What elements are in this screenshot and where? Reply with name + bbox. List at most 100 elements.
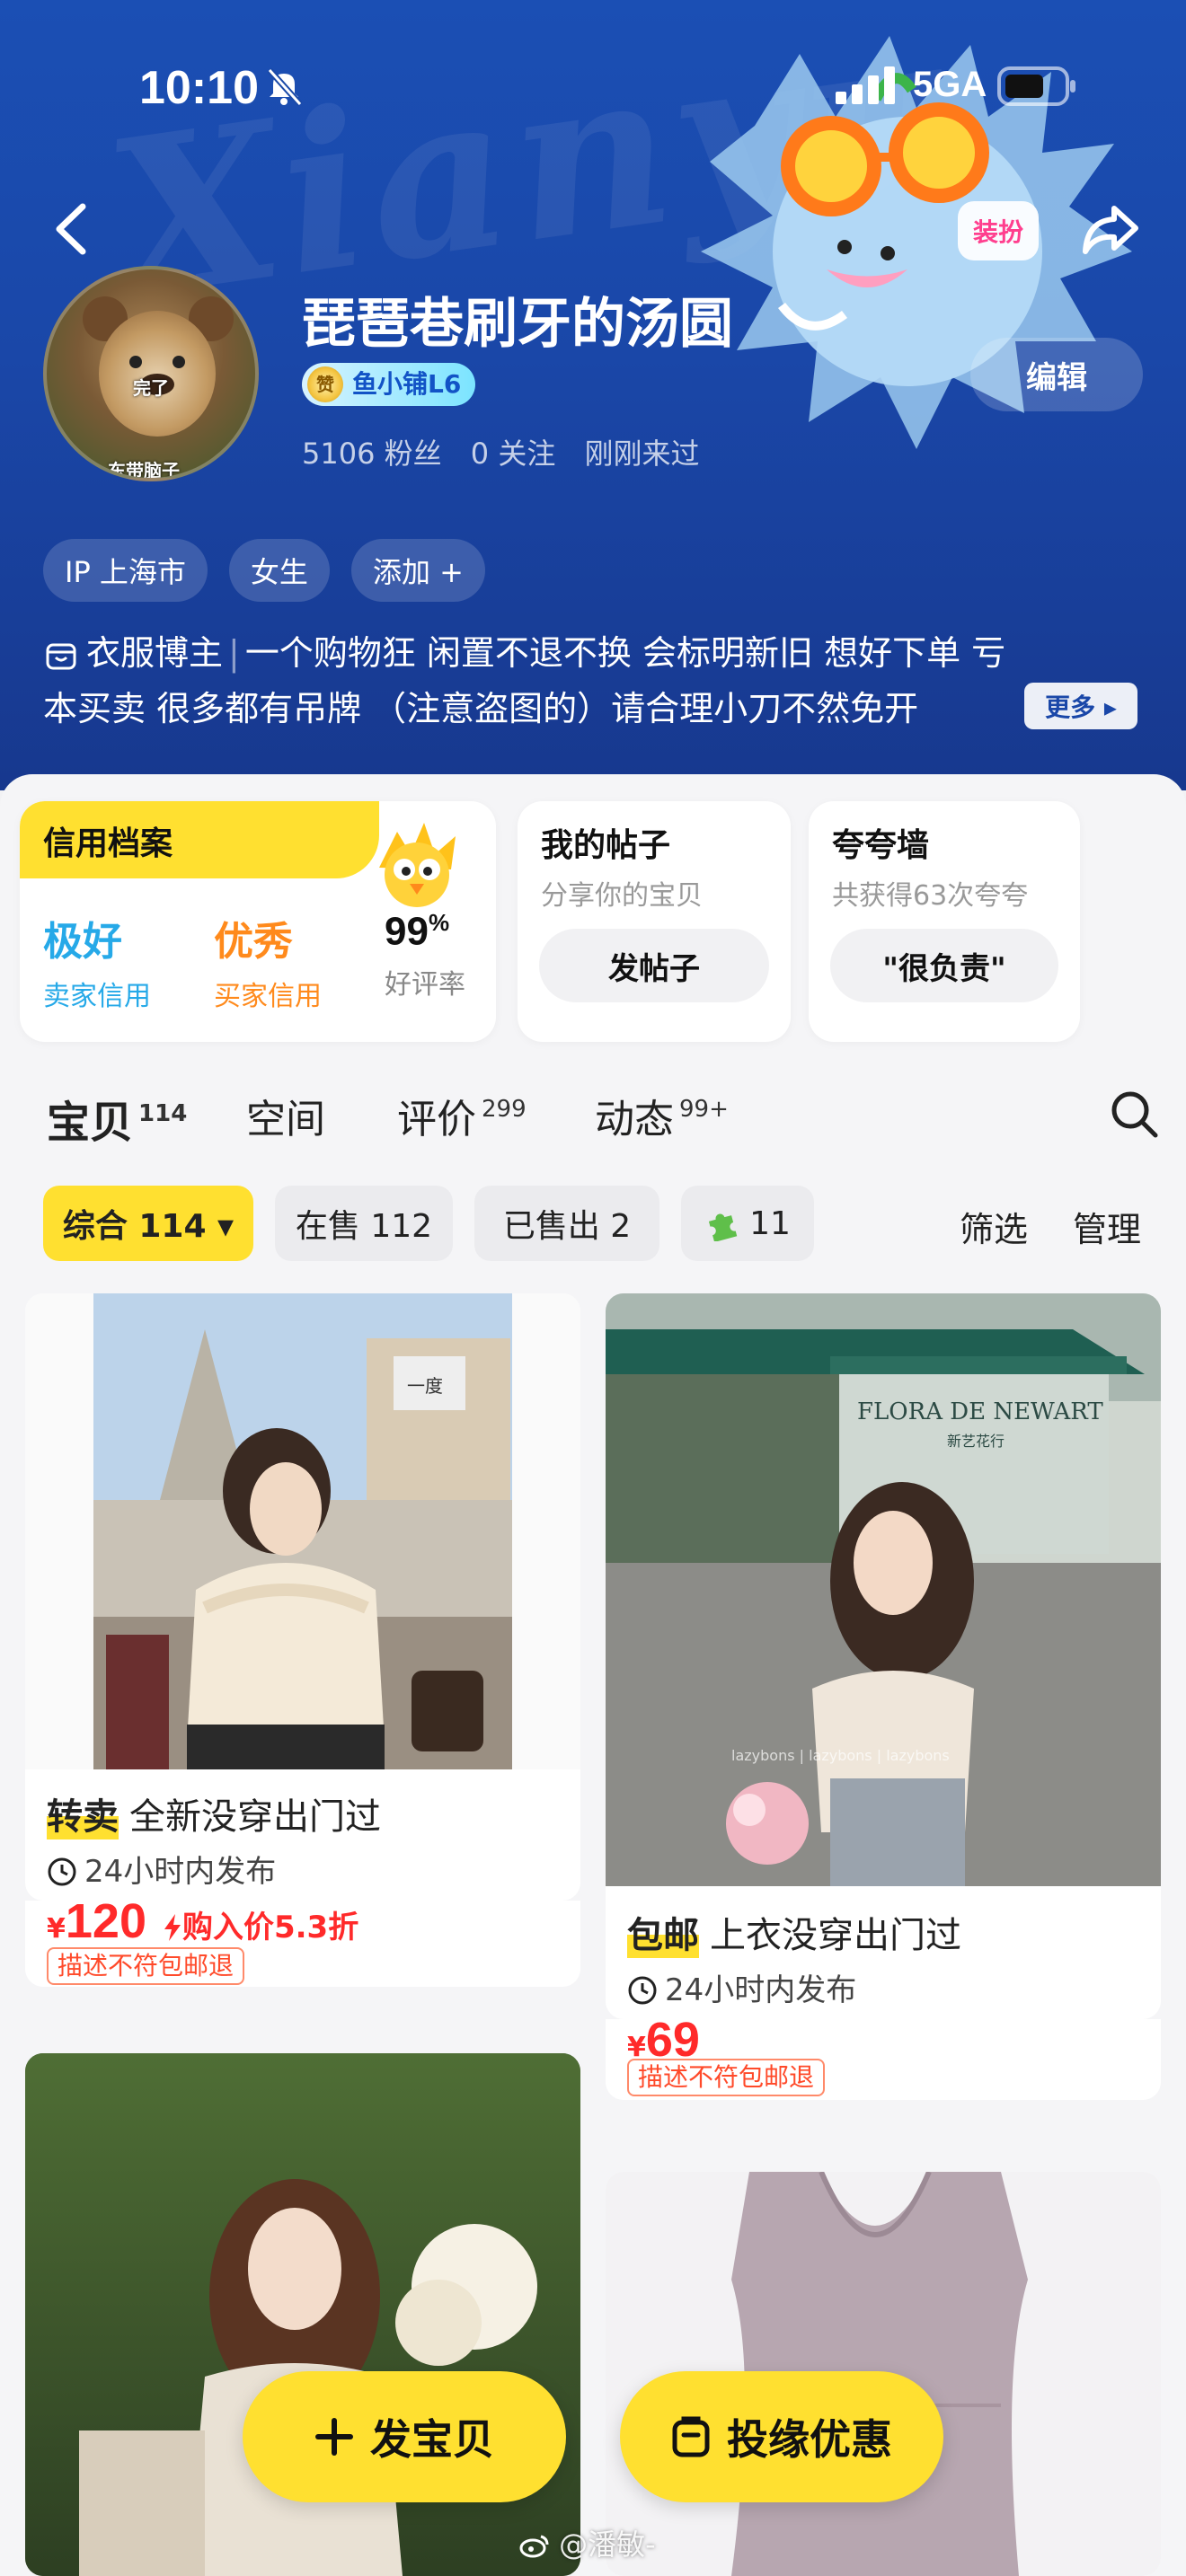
bio-role: 衣服博主 — [86, 633, 224, 673]
profile-tabs: 宝贝 114 空间 评价 299 动态 99+ — [47, 1087, 1161, 1155]
tab-activity-label: 动态 — [595, 1097, 674, 1142]
tab-items-label: 宝贝 — [47, 1098, 134, 1148]
dress-up-button[interactable]: 装扮 — [958, 201, 1039, 260]
network-type: 5GA — [913, 65, 987, 104]
product-card-footer[interactable]: ¥69 描述不符包邮退 — [606, 2019, 1161, 2100]
currency-symbol: ¥ — [47, 1913, 66, 1945]
status-time: 10:10 — [139, 62, 259, 114]
plus-icon — [315, 2418, 353, 2456]
credit-card[interactable]: 信用档案 极好 卖家信用 优秀 买家信用 99% 好评率 — [20, 801, 496, 1042]
refund-tag: 描述不符包邮退 — [627, 2059, 826, 2096]
product-time-text: 24小时内发布 — [84, 1854, 277, 1890]
price-amount: 120 — [65, 1901, 146, 1948]
tab-space-label: 空间 — [246, 1097, 325, 1142]
praise-subtitle: 共获得63次夸夸 — [832, 880, 1029, 912]
discount-text: 购入价5.3折 — [181, 1910, 359, 1945]
puzzle-count: 11 — [749, 1204, 791, 1242]
positive-rating: 99% 好评率 — [385, 909, 465, 1001]
bag-icon — [672, 2416, 710, 2457]
tab-activity[interactable]: 动态 99+ — [595, 1087, 729, 1144]
product-title: 转卖 全新没穿出门过 — [47, 1787, 381, 1839]
product-time-text: 24小时内发布 — [665, 1972, 857, 2008]
product-card[interactable]: 一度 转卖 全新没穿出门过 24小时内发布 — [25, 1293, 580, 1901]
tab-space[interactable]: 空间 — [246, 1087, 325, 1144]
bio-line-1: 一个购物狂 闲置不退不换 会标明新旧 想好下单 亏 — [244, 633, 1006, 673]
profile-stats: 5106 粉丝 0 关注 刚刚来过 — [302, 431, 720, 472]
product-time: 24小时内发布 — [47, 1847, 276, 1891]
posts-card[interactable]: 我的帖子 分享你的宝贝 发帖子 — [518, 801, 791, 1042]
refund-tag: 描述不符包邮退 — [47, 1947, 245, 1985]
buyer-grade: 优秀 — [214, 919, 293, 965]
posts-title: 我的帖子 — [541, 827, 671, 864]
filter-puzzle[interactable]: 11 — [681, 1186, 814, 1261]
offer-button[interactable]: 投缘优惠 — [620, 2371, 943, 2502]
filter-on-sale[interactable]: 在售 112 — [275, 1186, 453, 1261]
share-button[interactable] — [1078, 198, 1141, 260]
buyer-credit: 优秀 买家信用 — [214, 909, 322, 1013]
rating-value: 99 — [385, 909, 429, 954]
rating-unit: % — [428, 909, 450, 936]
username: 琵琶巷刷牙的汤圆 — [302, 293, 733, 356]
profile-cards: 信用档案 极好 卖家信用 优秀 买家信用 99% 好评率 我的帖子 分享你的宝贝… — [20, 801, 1170, 1044]
followers-count[interactable]: 5106 粉丝 — [302, 437, 442, 471]
profile-header: Xianyu 10:10 5GA 装扮 完了 东带脑子 琵琶巷刷牙的汤圆 赞 鱼… — [0, 0, 1186, 790]
shop-sign-sub: 新艺花行 — [947, 1433, 1005, 1450]
post-item-button[interactable]: 发宝贝 — [243, 2371, 566, 2502]
praise-quote-button[interactable]: "很负责" — [830, 929, 1058, 1002]
product-photo: FLORA DE NEWART 新艺花行 lazybons | lazybons… — [606, 1293, 1161, 1886]
product-card[interactable]: FLORA DE NEWART 新艺花行 lazybons | lazybons… — [606, 1293, 1161, 2019]
tab-reviews-count: 299 — [482, 1096, 527, 1123]
product-price: ¥120 购入价5.3折 — [47, 1901, 358, 1949]
photo-screen-text: 一度 — [407, 1375, 443, 1397]
product-title-text: 上衣没穿出门过 — [710, 1915, 961, 1956]
lightning-icon — [164, 1914, 181, 1941]
tab-items[interactable]: 宝贝 114 — [47, 1087, 187, 1155]
seller-credit: 极好 卖家信用 — [43, 909, 151, 1013]
search-icon[interactable] — [1107, 1087, 1161, 1141]
create-post-button[interactable]: 发帖子 — [539, 929, 769, 1002]
filter-bar: 综合 114 ▾ 在售 112 已售出 2 11 筛选 管理 — [43, 1186, 1157, 1261]
product-title: 包邮 上衣没穿出门过 — [627, 1906, 961, 1958]
back-button[interactable] — [47, 199, 101, 259]
praise-title: 夸夸墙 — [832, 827, 930, 864]
puzzle-icon — [709, 1213, 738, 1241]
edit-profile-button[interactable]: 编辑 — [970, 338, 1143, 411]
tag-ip-location: IP 上海市 — [43, 539, 208, 602]
offer-label: 投缘优惠 — [727, 2415, 892, 2464]
weibo-icon — [519, 2535, 549, 2558]
bio: 衣服博主 | 一个购物狂 闲置不退不换 会标明新旧 想好下单 亏 本买卖 很多都有吊… — [43, 625, 1148, 737]
product-card-footer[interactable]: ¥120 购入价5.3折 描述不符包邮退 — [25, 1901, 580, 1987]
add-tag-button[interactable]: 添加 + — [350, 539, 485, 602]
following-count[interactable]: 0 关注 — [471, 437, 556, 471]
bio-line-2: 本买卖 很多都有吊牌 （注意盗图的）请合理小刀不然免开 — [43, 689, 919, 728]
filter-sold[interactable]: 已售出 2 — [474, 1186, 659, 1261]
signal-icon — [836, 66, 895, 104]
bell-mute-icon — [267, 67, 302, 106]
filter-button[interactable]: 筛选 — [960, 1202, 1028, 1251]
free-shipping-badge: 包邮 — [627, 1906, 699, 1958]
seller-label: 卖家信用 — [43, 981, 151, 1012]
medal-icon: 赞 — [307, 366, 343, 402]
photo-watermark: lazybons | lazybons | lazybons — [731, 1747, 950, 1764]
manage-button[interactable]: 管理 — [1073, 1202, 1141, 1251]
posts-subtitle: 分享你的宝贝 — [541, 880, 703, 912]
buyer-label: 买家信用 — [214, 981, 322, 1012]
praise-wall-card[interactable]: 夸夸墙 共获得63次夸夸 "很负责" — [809, 801, 1080, 1042]
profile-tags: IP 上海市 女生 添加 + — [43, 539, 485, 602]
clock-icon — [48, 1857, 76, 1886]
weibo-handle: @潘敏- — [559, 2527, 656, 2562]
product-time: 24小时内发布 — [627, 1965, 856, 2009]
credit-title: 信用档案 — [43, 825, 173, 862]
level-badge[interactable]: 赞 鱼小铺L6 — [302, 363, 476, 406]
last-seen: 刚刚来过 — [584, 437, 700, 471]
status-bar: 10:10 5GA — [0, 0, 1186, 171]
tag-gender: 女生 — [228, 539, 330, 602]
tab-activity-count: 99+ — [679, 1096, 729, 1123]
avatar[interactable]: 完了 东带脑子 — [43, 266, 259, 481]
bio-more-button[interactable]: 更多 ▸ — [1024, 683, 1137, 729]
filter-all[interactable]: 综合 114 ▾ — [43, 1186, 253, 1261]
battery-icon — [997, 66, 1075, 106]
shop-icon — [46, 643, 76, 669]
product-photo: 一度 — [25, 1293, 580, 1769]
tab-reviews[interactable]: 评价 299 — [397, 1087, 527, 1144]
